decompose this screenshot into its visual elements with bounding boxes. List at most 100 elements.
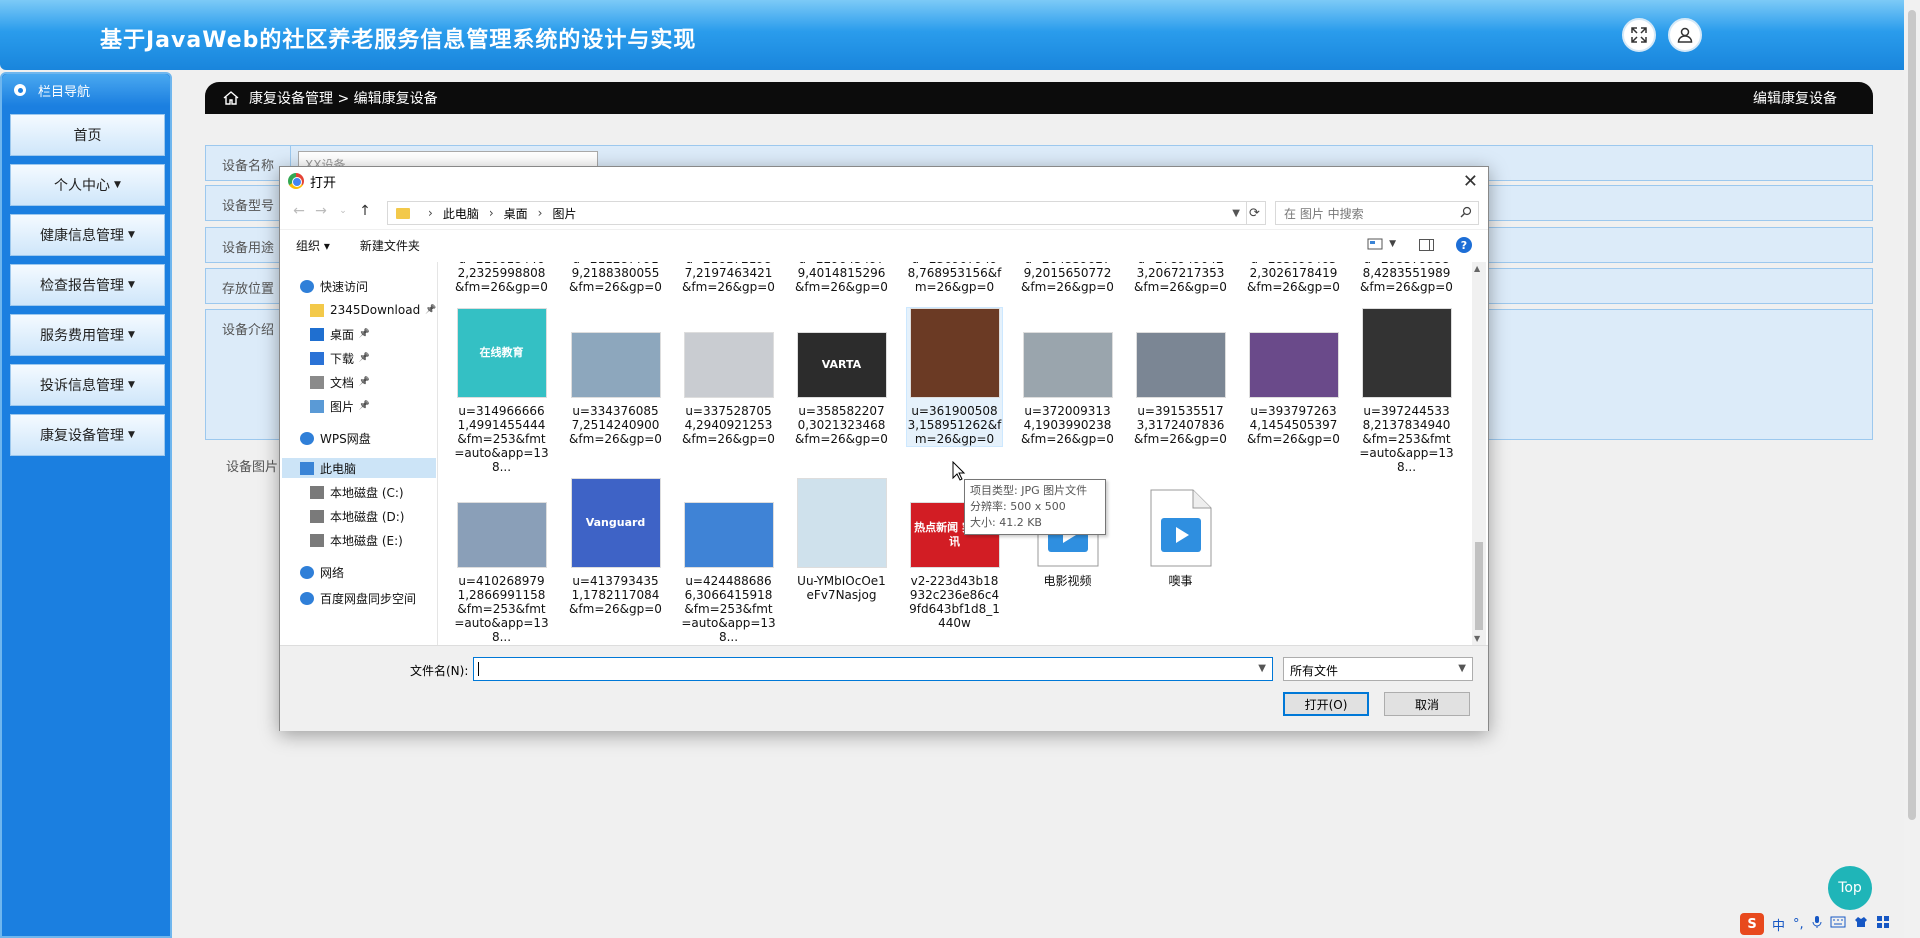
address-segment[interactable]: 此电脑 [443, 205, 479, 222]
sidebar-item-0[interactable]: 首页 [10, 114, 165, 156]
close-icon[interactable]: ✕ [1463, 171, 1478, 192]
address-segment[interactable]: 图片 [552, 205, 576, 222]
file-item[interactable]: u=2369079498,768953156&fm=26&gp=0 [907, 262, 1002, 294]
search-icon [1460, 206, 1472, 221]
file-item[interactable]: u=3343760857,2514240900&fm=26&gp=0 [568, 308, 663, 446]
nav-tree-item[interactable]: 本地磁盘 (D:) [310, 506, 404, 526]
collar-image [909, 308, 1000, 398]
home-icon[interactable] [223, 91, 239, 105]
sidebar-item-1[interactable]: 个人中心 ▼ [10, 164, 165, 206]
scroll-thumb[interactable] [1475, 542, 1483, 630]
file-name: 电影视频 [1043, 574, 1092, 588]
file-name: u=2789490423,2067217353&fm=26&gp=0 [1134, 262, 1227, 294]
file-item[interactable]: u=2296434979,4014815296&fm=26&gp=0 [794, 262, 889, 294]
nav-tree-item[interactable]: 下载 📌 [310, 348, 370, 368]
address-bar[interactable]: › 此电脑 › 桌面 › 图片 ▼ [387, 201, 1247, 225]
open-button[interactable]: 打开(O) [1283, 692, 1369, 716]
file-item[interactable]: u=3375287054,2940921253&fm=26&gp=0 [681, 308, 776, 446]
nav-tree-item[interactable]: 百度网盘同步空间 [300, 588, 416, 608]
nav-tree-item[interactable]: 本地磁盘 (E:) [310, 530, 403, 550]
thumb-caption: VARTA [821, 358, 862, 371]
preview-pane-icon[interactable] [1419, 239, 1434, 251]
ime-punct[interactable]: °, [1793, 917, 1804, 932]
desktop-icon [310, 327, 324, 341]
sidebar-item-6[interactable]: 康复设备管理 ▼ [10, 414, 165, 456]
cancel-button[interactable]: 取消 [1384, 692, 1470, 716]
nav-tree-item[interactable]: WPS网盘 [300, 428, 371, 448]
address-segment[interactable]: 桌面 [504, 205, 528, 222]
scroll-up-icon[interactable]: ▲ [1474, 264, 1480, 273]
skin-icon[interactable] [1854, 916, 1868, 932]
file-list-scrollbar[interactable]: ▲ ▼ [1472, 262, 1486, 645]
microphone-icon[interactable] [1812, 915, 1822, 933]
file-item[interactable]: u=2112877919,2188380055&fm=26&gp=0 [568, 262, 663, 294]
file-item[interactable]: u=2100184462,2325998808&fm=26&gp=0 [454, 262, 549, 294]
page-scrollbar[interactable] [1904, 0, 1920, 938]
scroll-down-icon[interactable]: ▼ [1474, 634, 1480, 643]
computer-icon [300, 461, 314, 475]
keyboard-icon[interactable] [1830, 916, 1846, 932]
sidebar-item-3[interactable]: 检查报告管理 ▼ [10, 264, 165, 306]
file-item[interactable]: VARTA u=3585822070,3021323468&fm=26&gp=0 [794, 308, 889, 446]
sidebar-item-4[interactable]: 服务费用管理 ▼ [10, 314, 165, 356]
file-item[interactable]: u=3619005083,158951262&fm=26&gp=0 [906, 307, 1003, 447]
nav-tree-item[interactable]: 图片 📌 [310, 396, 370, 416]
chevron-down-icon[interactable]: ▼ [1258, 663, 1266, 674]
file-item[interactable]: u=3915355173,3172407836&fm=26&gp=0 [1133, 308, 1228, 446]
refresh-icon[interactable]: ⟳ [1244, 201, 1266, 225]
sogou-ime-icon[interactable]: S [1740, 913, 1764, 935]
filename-input[interactable]: ▼ [473, 657, 1273, 681]
nav-tree-item[interactable]: 本地磁盘 (C:) [310, 482, 404, 502]
nav-tree-item[interactable]: 网络 [300, 562, 344, 582]
sidebar-item-5[interactable]: 投诉信息管理 ▼ [10, 364, 165, 406]
file-item[interactable]: u=4244886866,3066415918&fm=253&fmt=auto&… [681, 478, 776, 644]
file-item[interactable]: u=2789490423,2067217353&fm=26&gp=0 [1133, 262, 1228, 294]
thumb-caption: 在线教育 [479, 346, 524, 359]
nav-tree-item[interactable]: 快速访问 [300, 276, 368, 296]
toolbox-icon[interactable] [1876, 915, 1890, 933]
help-icon[interactable]: ? [1456, 237, 1472, 253]
file-item[interactable]: 在线教育 u=3149666661,4991455444&fm=253&fmt=a… [454, 308, 549, 474]
forward-arrow-icon[interactable]: → [310, 203, 332, 219]
recent-chevron-icon[interactable]: ⌄ [332, 206, 354, 216]
file-name: u=3585822070,3021323468&fm=26&gp=0 [795, 404, 888, 446]
nav-tree-label: 网络 [320, 565, 345, 580]
nav-tree-item[interactable]: 此电脑 [282, 458, 436, 478]
collar-image-picture [909, 308, 1000, 398]
dialog-title: 打开 [310, 175, 337, 191]
page-scroll-thumb[interactable] [1908, 10, 1916, 820]
fullscreen-button[interactable] [1622, 18, 1656, 52]
file-item[interactable]: u=4102689791,2866991158&fm=253&fmt=auto&… [454, 478, 549, 644]
nav-tree-item[interactable]: 文档 📌 [310, 372, 370, 392]
nav-tree-label: 文档 [330, 375, 355, 390]
nav-tree-item[interactable]: 桌面 📌 [310, 324, 370, 344]
up-arrow-icon[interactable]: ↑ [354, 203, 376, 219]
file-item[interactable]: u=2161721987,2197463421&fm=26&gp=0 [681, 262, 776, 294]
view-options[interactable]: ▼ [1367, 238, 1396, 250]
file-item[interactable]: u=2643590279,2015650772&fm=26&gp=0 [1020, 262, 1115, 294]
back-arrow-icon[interactable]: ← [288, 203, 310, 219]
new-folder-button[interactable]: 新建文件夹 [360, 237, 420, 254]
search-input[interactable]: 在 图片 中搜索 [1275, 201, 1479, 225]
user-button[interactable] [1668, 18, 1702, 52]
file-item[interactable]: u=3972445338,2137834940&fm=253&fmt=auto&… [1359, 308, 1454, 474]
file-type-select[interactable]: 所有文件 ▼ [1283, 657, 1473, 681]
file-item[interactable]: u=3937972634,1454505397&fm=26&gp=0 [1246, 308, 1341, 446]
sidebar: 栏目导航 首页 个人中心 ▼ 健康信息管理 ▼ 检查报告管理 ▼ 服务费用管理 ▼ 投诉信息管理 ▼… [0, 72, 172, 938]
file-item[interactable]: u=2836964632,3026178419&fm=26&gp=0 [1246, 262, 1341, 294]
file-name: u=2112877919,2188380055&fm=26&gp=0 [569, 262, 662, 294]
file-item[interactable]: 噢事 [1133, 478, 1228, 588]
nav-tree-item[interactable]: 2345Download 📌 [310, 300, 436, 320]
chevron-down-icon[interactable]: ▼ [1232, 208, 1240, 219]
file-item[interactable]: Vanguard u=4137934351,1782117084&fm=26&gp… [568, 478, 663, 616]
organize-menu[interactable]: 组织 ▾ [296, 237, 330, 254]
hospital-bed-image-picture [683, 332, 774, 398]
chevron-right-icon: › [488, 206, 494, 220]
airplane-image [683, 478, 774, 568]
sidebar-item-2[interactable]: 健康信息管理 ▼ [10, 214, 165, 256]
file-item[interactable]: u=2935793588,4283551989&fm=26&gp=0 [1359, 262, 1454, 294]
ime-lang[interactable]: 中 [1772, 915, 1785, 934]
file-item[interactable]: u=3720093134,1903990238&fm=26&gp=0 [1020, 308, 1115, 446]
file-item[interactable]: Uu-YMbIOcOe1eFv7Nasjog [794, 478, 889, 602]
back-to-top-button[interactable]: Top [1828, 866, 1872, 910]
